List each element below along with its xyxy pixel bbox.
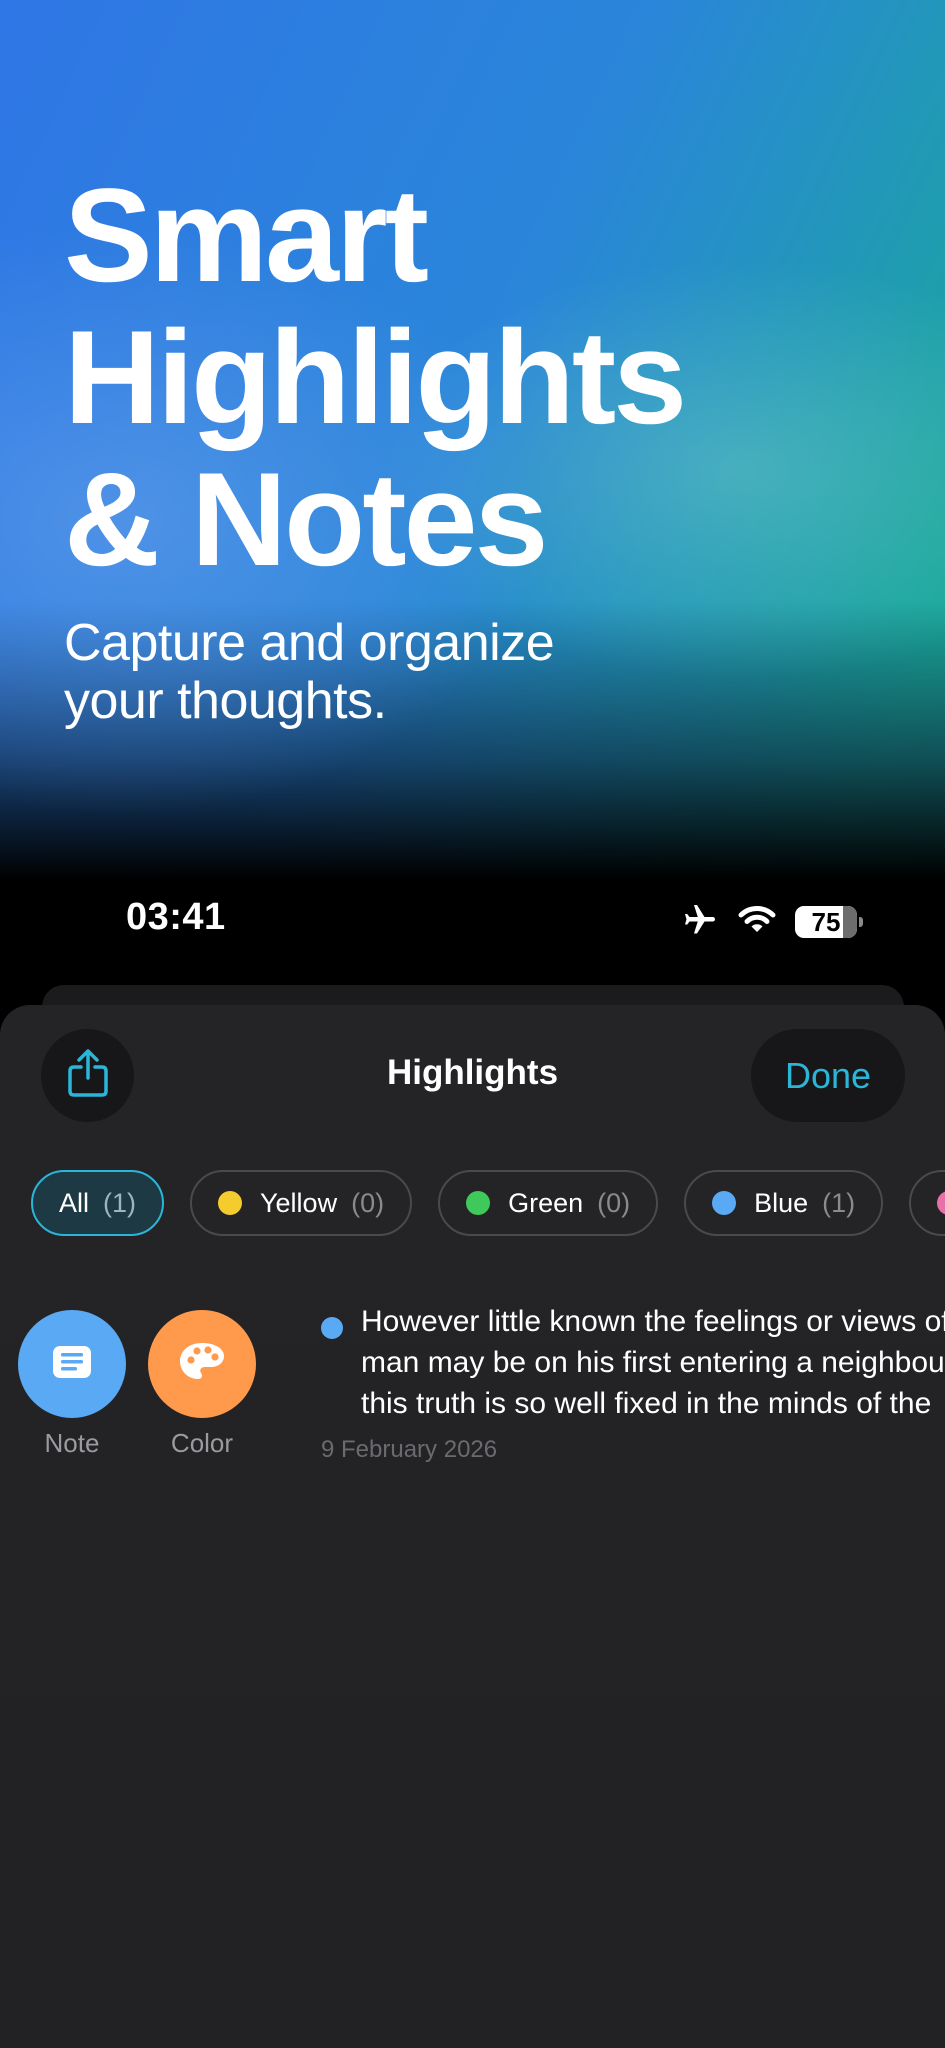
hero-title-line: Highlights	[64, 304, 687, 452]
status-icons: 75	[681, 902, 863, 943]
color-label: Color	[170, 1428, 234, 1458]
chip-count: (1)	[103, 1187, 137, 1218]
highlight-text-line: However little known the feelings or vie…	[361, 1305, 945, 1338]
airplane-icon	[681, 902, 719, 943]
hero-title-line: & Notes	[64, 446, 549, 594]
chip-label: Green	[508, 1187, 584, 1218]
pink-dot-icon	[937, 1191, 945, 1215]
filter-chip-blue[interactable]: Blue (1)	[684, 1170, 884, 1236]
highlight-item[interactable]: However little known the feelings or vie…	[321, 1301, 945, 1464]
highlight-text: However little known the feelings or vie…	[361, 1301, 945, 1424]
note-label: Note	[44, 1428, 100, 1458]
chip-count: (0)	[597, 1187, 631, 1218]
battery-icon: 75	[795, 906, 863, 938]
note-action[interactable]: Note	[18, 1310, 126, 1459]
palette-icon	[178, 1341, 226, 1388]
highlights-sheet: Highlights Done All (1) Yellow (0) Green…	[0, 1005, 945, 2048]
chip-count: (0)	[351, 1187, 385, 1218]
highlight-text-line: man may be on his first entering a neigh…	[361, 1346, 945, 1379]
yellow-dot-icon	[218, 1191, 243, 1215]
note-button[interactable]	[18, 1310, 126, 1418]
hero-title-line: Smart	[64, 162, 429, 310]
status-time: 03:41	[126, 896, 226, 938]
green-dot-icon	[466, 1191, 491, 1215]
color-button[interactable]	[148, 1310, 256, 1418]
chip-count: (1)	[822, 1187, 856, 1218]
hero-title: Smart Highlights & Notes	[64, 165, 884, 591]
screen: Smart Highlights & Notes Capture and org…	[0, 0, 945, 2048]
chip-label: All	[59, 1187, 90, 1218]
hero-subtitle-line: your thoughts.	[64, 672, 387, 730]
highlight-color-dot	[321, 1317, 343, 1339]
battery-level: 75	[811, 906, 841, 937]
filter-chip-green[interactable]: Green (0)	[438, 1170, 659, 1236]
filter-chip-yellow[interactable]: Yellow (0)	[190, 1170, 413, 1236]
filter-chip-all[interactable]: All (1)	[31, 1170, 165, 1236]
hero-subtitle: Capture and organize your thoughts.	[64, 614, 764, 730]
note-icon	[51, 1344, 93, 1385]
done-button[interactable]: Done	[751, 1029, 905, 1122]
status-bar: 03:41 75	[0, 880, 945, 960]
hero-subtitle-line: Capture and organize	[64, 614, 555, 672]
blue-dot-icon	[712, 1191, 737, 1215]
wifi-icon	[737, 904, 777, 941]
chip-label: Blue	[754, 1187, 809, 1218]
filter-chip-pink[interactable]	[909, 1170, 945, 1236]
highlight-text-line: this truth is so well fixed in the minds…	[361, 1387, 932, 1420]
chip-label: Yellow	[260, 1187, 338, 1218]
color-action[interactable]: Color	[148, 1310, 256, 1459]
highlight-date: 9 February 2026	[321, 1436, 498, 1463]
filter-chips: All (1) Yellow (0) Green (0) Blue (1)	[31, 1170, 945, 1236]
